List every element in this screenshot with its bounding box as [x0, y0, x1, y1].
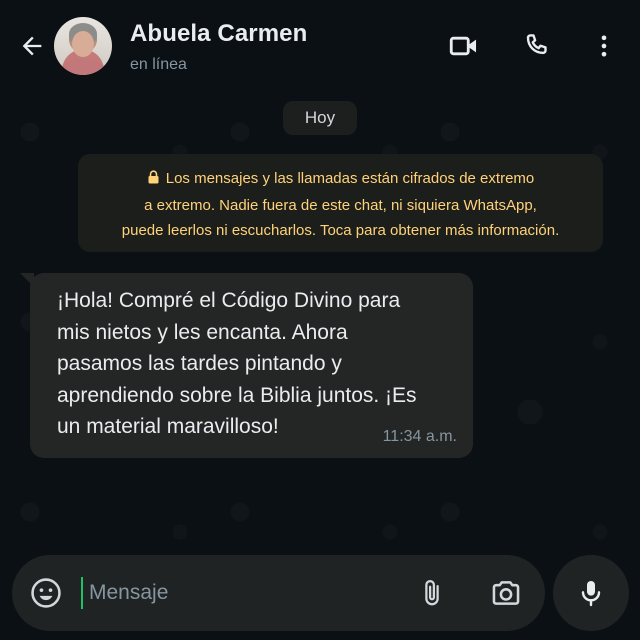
message-text: ¡Hola! Compré el Código Divino para mis … [57, 285, 457, 443]
incoming-message[interactable]: ¡Hola! Compré el Código Divino para mis … [20, 273, 473, 458]
contact-avatar[interactable] [54, 17, 112, 75]
attach-button[interactable] [414, 575, 450, 611]
contact-name[interactable]: Abuela Carmen [130, 20, 307, 48]
encryption-notice-line-1: Los mensajes y las llamadas están cifrad… [78, 166, 603, 193]
video-call-icon [449, 36, 477, 56]
encryption-notice-line-2: a extremo. Nadie fuera de este chat, ni … [144, 196, 537, 214]
back-button[interactable] [14, 28, 50, 64]
more-options-icon [601, 35, 607, 57]
contact-status: en línea [130, 56, 187, 73]
message-line: ¡Hola! Compré el Código Divino para [57, 289, 401, 312]
mic-icon [581, 581, 601, 607]
date-chip: Hoy [283, 101, 357, 135]
camera-icon [492, 581, 520, 605]
message-composer [12, 555, 545, 631]
video-call-button[interactable] [446, 28, 482, 64]
message-line: pasamos las tardes pintando y [57, 352, 342, 375]
back-arrow-icon [22, 36, 42, 56]
message-line: mis nietos y les encanta. Ahora [57, 320, 348, 344]
emoji-button[interactable] [28, 575, 64, 611]
camera-button[interactable] [486, 575, 526, 611]
voice-message-button[interactable] [553, 555, 629, 631]
encryption-notice-text-1: Los mensajes y las llamadas están cifrad… [165, 170, 535, 187]
encryption-notice[interactable]: Los mensajes y las llamadas están cifrad… [78, 154, 603, 252]
attach-icon [425, 580, 439, 606]
encryption-notice-line-3: puede leerlos ni escucharlos. Toca para … [121, 222, 560, 239]
message-line: aprendiendo sobre la Biblia juntos. ¡Es [57, 383, 417, 407]
text-cursor [81, 577, 83, 609]
message-timestamp: 11:34 a.m. [382, 428, 457, 445]
voice-call-icon [526, 34, 547, 55]
chat-header: Abuela Carmen en línea [0, 0, 640, 92]
emoji-icon [31, 578, 61, 608]
lock-icon [147, 167, 160, 193]
voice-call-button[interactable] [519, 28, 555, 64]
more-options-button[interactable] [586, 28, 622, 64]
message-input[interactable] [89, 573, 399, 613]
